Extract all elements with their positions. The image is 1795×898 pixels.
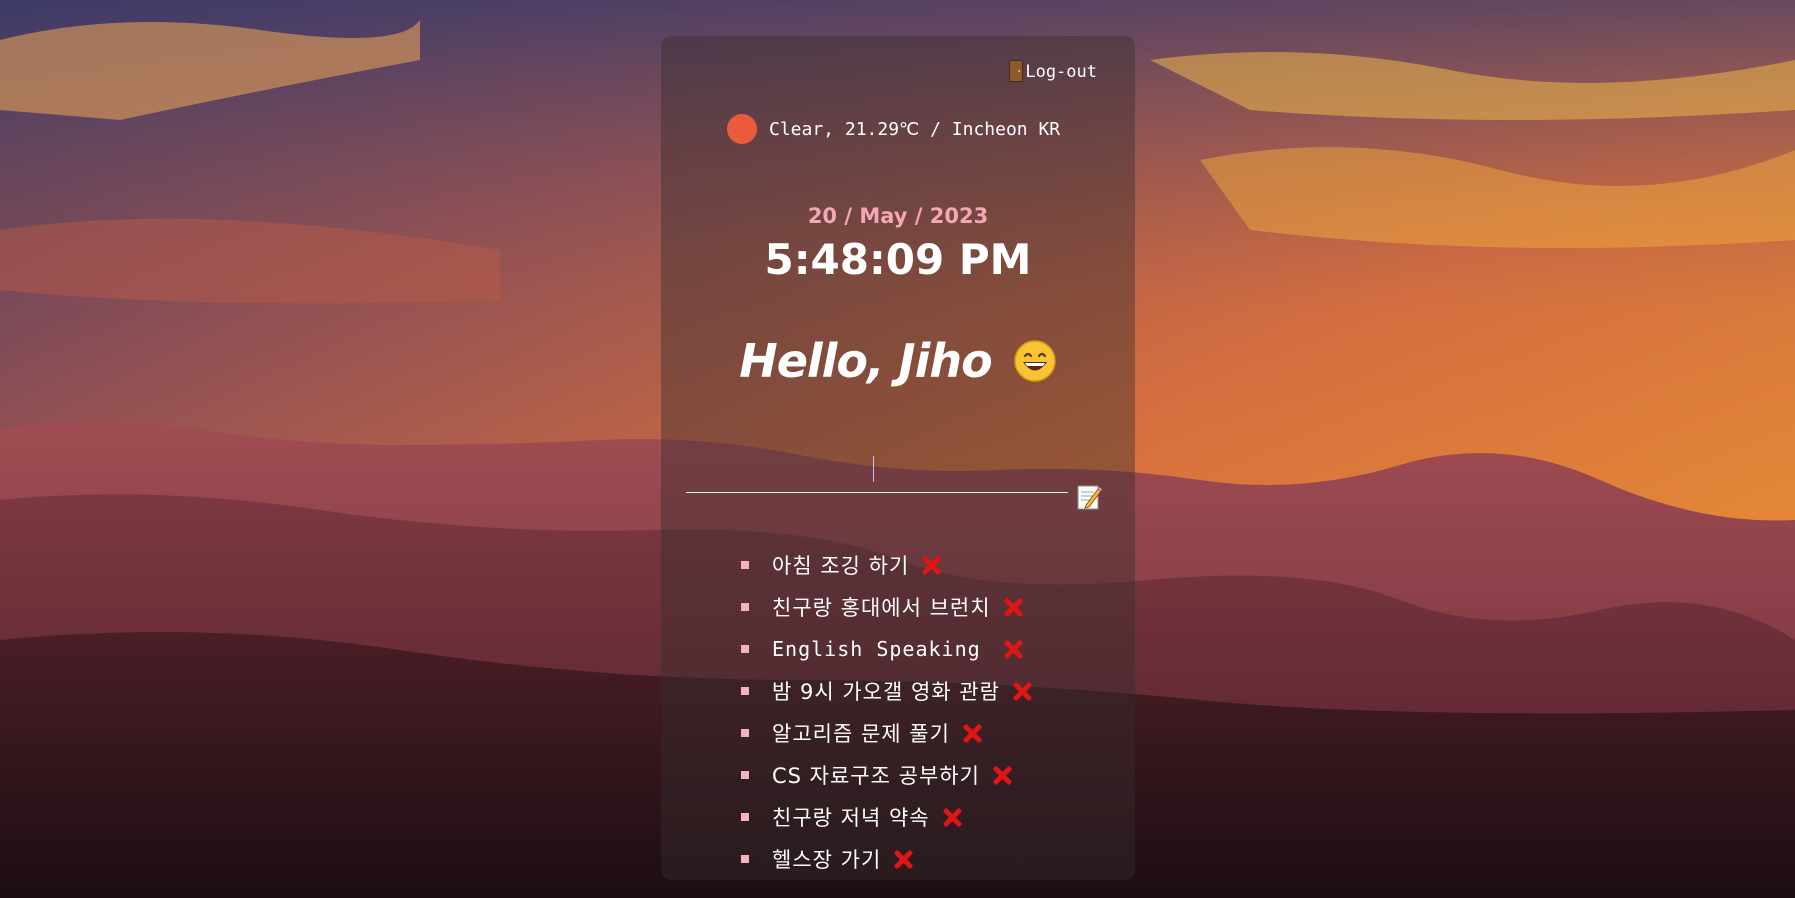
grinning-face-icon xyxy=(1014,339,1056,382)
todo-text: CS 자료구조 공부하기 xyxy=(772,764,980,788)
list-item: CS 자료구조 공부하기 xyxy=(741,754,1032,796)
delete-icon[interactable] xyxy=(921,555,941,575)
todo-form xyxy=(686,442,1106,510)
bullet xyxy=(741,645,749,653)
list-item: 친구랑 저녁 약속 xyxy=(741,796,1032,838)
todo-text: 친구랑 저녁 약속 xyxy=(772,806,930,830)
delete-icon[interactable] xyxy=(962,723,982,743)
delete-icon[interactable] xyxy=(1012,681,1032,701)
delete-icon[interactable] xyxy=(1003,597,1023,617)
sun-icon xyxy=(727,114,757,144)
todo-text: English Speaking xyxy=(772,637,981,661)
current-date: 20 / May / 2023 xyxy=(807,204,989,228)
weather-text: Clear, 21.29℃ / Incheon KR xyxy=(769,118,1061,140)
bullet xyxy=(741,687,749,695)
bullet xyxy=(741,855,749,863)
text-caret xyxy=(873,456,874,482)
bullet xyxy=(741,561,749,569)
todo-text: 밤 9시 가오갤 영화 관람 xyxy=(772,680,1000,704)
logout-button[interactable]: Log-out xyxy=(1009,60,1097,82)
greeting: Hello, Jiho xyxy=(661,334,1135,388)
todo-list: 아침 조깅 하기 친구랑 홍대에서 브런치 English Speaking 밤… xyxy=(741,544,1032,880)
door-icon xyxy=(1009,60,1024,82)
list-item: 헬스장 가기 xyxy=(741,838,1032,880)
todo-text: 알고리즘 문제 풀기 xyxy=(772,722,950,746)
memo-icon[interactable] xyxy=(1076,483,1102,511)
todo-text: 헬스장 가기 xyxy=(772,848,882,872)
weather-widget: Clear, 21.29℃ / Incheon KR xyxy=(727,114,1060,144)
todo-text: 아침 조깅 하기 xyxy=(772,554,910,578)
bullet xyxy=(741,771,749,779)
list-item: 친구랑 홍대에서 브런치 xyxy=(741,586,1032,628)
greeting-text: Hello, Jiho xyxy=(739,334,993,388)
list-item: 밤 9시 가오갤 영화 관람 xyxy=(741,670,1032,712)
delete-icon[interactable] xyxy=(1003,639,1023,659)
delete-icon[interactable] xyxy=(893,849,913,869)
logout-label: Log-out xyxy=(1025,62,1097,82)
delete-icon[interactable] xyxy=(942,807,962,827)
list-item: English Speaking xyxy=(741,628,1032,670)
todo-text: 친구랑 홍대에서 브런치 xyxy=(772,596,991,620)
main-panel: Log-out Clear, 21.29℃ / Incheon KR 20 / … xyxy=(661,36,1135,880)
todo-input[interactable] xyxy=(686,442,1068,493)
delete-icon[interactable] xyxy=(992,765,1012,785)
bullet xyxy=(741,603,749,611)
current-time: 5:48:09 PM xyxy=(764,235,1032,284)
list-item: 아침 조깅 하기 xyxy=(741,544,1032,586)
bullet xyxy=(741,813,749,821)
bullet xyxy=(741,729,749,737)
list-item: 알고리즘 문제 풀기 xyxy=(741,712,1032,754)
